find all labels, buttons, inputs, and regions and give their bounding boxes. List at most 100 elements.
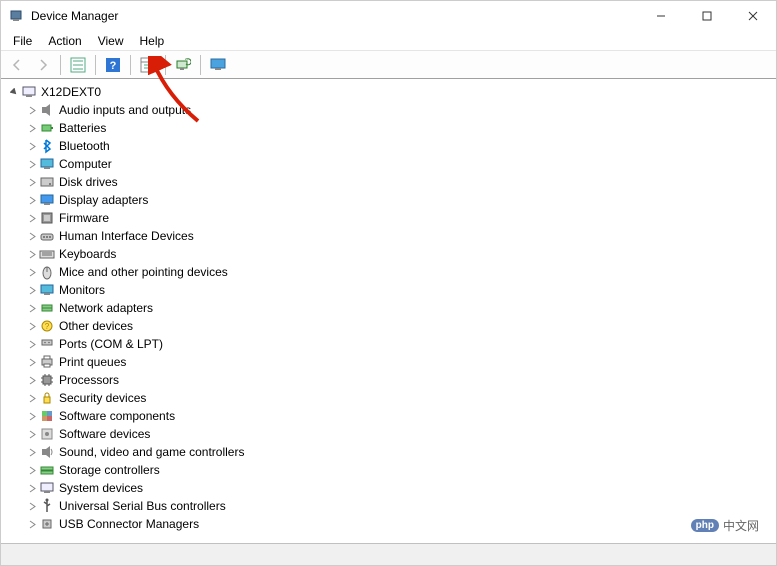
device-manager-window: Device Manager File Action View Help ? X…	[0, 0, 777, 566]
device-tree[interactable]: X12DEXT0 Audio inputs and outputsBatteri…	[1, 79, 776, 543]
tree-category-node[interactable]: Software devices	[25, 425, 770, 443]
monitor-icon	[210, 57, 226, 73]
show-hide-tree-button[interactable]	[66, 53, 90, 77]
close-button[interactable]	[730, 1, 776, 31]
tree-category-node[interactable]: Universal Serial Bus controllers	[25, 497, 770, 515]
tree-category-label: Firmware	[59, 209, 109, 227]
toolbar-separator	[200, 55, 201, 75]
tree-category-label: Mice and other pointing devices	[59, 263, 228, 281]
tree-category-node[interactable]: Network adapters	[25, 299, 770, 317]
tree-category-node[interactable]: Batteries	[25, 119, 770, 137]
collapse-arrow-icon[interactable]	[25, 430, 39, 439]
network-icon	[39, 300, 55, 316]
collapse-arrow-icon[interactable]	[25, 304, 39, 313]
menu-view[interactable]: View	[90, 32, 132, 50]
collapse-arrow-icon[interactable]	[25, 142, 39, 151]
collapse-arrow-icon[interactable]	[25, 412, 39, 421]
tree-category-node[interactable]: Human Interface Devices	[25, 227, 770, 245]
toolbar-separator	[130, 55, 131, 75]
collapse-arrow-icon[interactable]	[25, 268, 39, 277]
maximize-button[interactable]	[684, 1, 730, 31]
storage-icon	[39, 462, 55, 478]
tree-category-node[interactable]: Sound, video and game controllers	[25, 443, 770, 461]
collapse-arrow-icon[interactable]	[25, 502, 39, 511]
battery-icon	[39, 120, 55, 136]
collapse-arrow-icon[interactable]	[25, 232, 39, 241]
monitor-device-icon	[39, 282, 55, 298]
collapse-arrow-icon[interactable]	[25, 178, 39, 187]
collapse-arrow-icon[interactable]	[25, 376, 39, 385]
tree-category-node[interactable]: System devices	[25, 479, 770, 497]
firmware-icon	[39, 210, 55, 226]
collapse-arrow-icon[interactable]	[25, 448, 39, 457]
tree-category-node[interactable]: USB Connector Managers	[25, 515, 770, 533]
usb-connector-icon	[39, 516, 55, 532]
scan-hardware-button[interactable]	[171, 53, 195, 77]
tree-root-node[interactable]: X12DEXT0	[7, 83, 770, 101]
collapse-arrow-icon[interactable]	[25, 340, 39, 349]
properties-button[interactable]	[136, 53, 160, 77]
security-icon	[39, 390, 55, 406]
tree-category-node[interactable]: Security devices	[25, 389, 770, 407]
tree-category-node[interactable]: Firmware	[25, 209, 770, 227]
collapse-arrow-icon[interactable]	[25, 286, 39, 295]
port-icon	[39, 336, 55, 352]
tree-category-node[interactable]: Ports (COM & LPT)	[25, 335, 770, 353]
bluetooth-icon	[39, 138, 55, 154]
devices-and-printers-button[interactable]	[206, 53, 230, 77]
collapse-arrow-icon[interactable]	[25, 250, 39, 259]
properties-icon	[140, 57, 156, 73]
collapse-arrow-icon[interactable]	[25, 358, 39, 367]
tree-category-node[interactable]: Keyboards	[25, 245, 770, 263]
collapse-arrow-icon[interactable]	[25, 196, 39, 205]
tree-category-label: Software devices	[59, 425, 150, 443]
tree-category-label: Software components	[59, 407, 175, 425]
audio-icon	[39, 102, 55, 118]
collapse-arrow-icon[interactable]	[25, 160, 39, 169]
menu-file[interactable]: File	[5, 32, 40, 50]
other-icon: ?	[39, 318, 55, 334]
menu-help[interactable]: Help	[132, 32, 173, 50]
collapse-arrow-icon[interactable]	[25, 124, 39, 133]
collapse-arrow-icon[interactable]	[25, 322, 39, 331]
collapse-arrow-icon[interactable]	[25, 466, 39, 475]
tree-category-node[interactable]: Software components	[25, 407, 770, 425]
statusbar	[1, 543, 776, 565]
collapse-arrow-icon[interactable]	[25, 106, 39, 115]
tree-category-node[interactable]: Bluetooth	[25, 137, 770, 155]
tree-category-node[interactable]: Processors	[25, 371, 770, 389]
tree-category-node[interactable]: Storage controllers	[25, 461, 770, 479]
tree-category-label: Ports (COM & LPT)	[59, 335, 163, 353]
tree-category-node[interactable]: Audio inputs and outputs	[25, 101, 770, 119]
hid-icon	[39, 228, 55, 244]
computer-root-icon	[21, 84, 37, 100]
collapse-arrow-icon[interactable]	[25, 520, 39, 529]
tree-category-node[interactable]: Mice and other pointing devices	[25, 263, 770, 281]
collapse-arrow-icon[interactable]	[25, 484, 39, 493]
arrow-right-icon	[35, 57, 51, 73]
tree-category-node[interactable]: ?Other devices	[25, 317, 770, 335]
watermark-text: 中文网	[723, 517, 759, 534]
tree-category-node[interactable]: Display adapters	[25, 191, 770, 209]
tree-category-node[interactable]: Computer	[25, 155, 770, 173]
tree-category-node[interactable]: Print queues	[25, 353, 770, 371]
software-device-icon	[39, 426, 55, 442]
menu-action[interactable]: Action	[40, 32, 89, 50]
scan-icon	[175, 57, 191, 73]
keyboard-icon	[39, 246, 55, 262]
tree-category-node[interactable]: Disk drives	[25, 173, 770, 191]
toolbar-separator	[60, 55, 61, 75]
toolbar: ?	[1, 51, 776, 79]
minimize-button[interactable]	[638, 1, 684, 31]
expand-arrow-icon[interactable]	[7, 88, 21, 97]
tree-category-label: Bluetooth	[59, 137, 110, 155]
help-button[interactable]: ?	[101, 53, 125, 77]
collapse-arrow-icon[interactable]	[25, 214, 39, 223]
help-icon: ?	[105, 57, 121, 73]
tree-root-label: X12DEXT0	[41, 83, 101, 101]
tree-category-node[interactable]: Monitors	[25, 281, 770, 299]
tree-category-label: Disk drives	[59, 173, 118, 191]
display-icon	[39, 192, 55, 208]
mouse-icon	[39, 264, 55, 280]
collapse-arrow-icon[interactable]	[25, 394, 39, 403]
